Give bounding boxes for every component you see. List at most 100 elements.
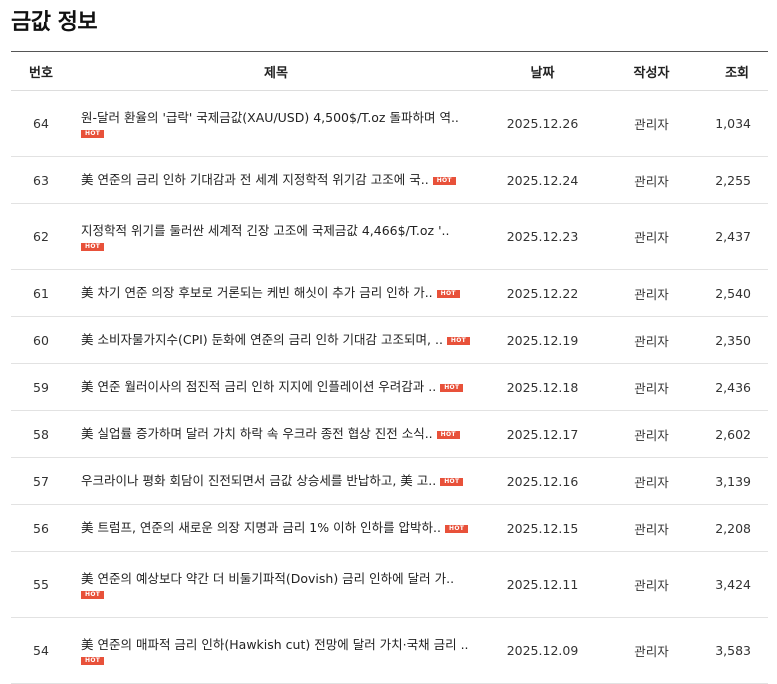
post-number: 56 bbox=[11, 504, 71, 552]
post-title-cell: 美 트럼프, 연준의 새로운 의장 지명과 금리 1% 이하 인하를 압박하..… bbox=[71, 504, 481, 552]
post-title-cell: 美 연준 월러이사의 점진적 금리 인하 지지에 인플레이션 우려감과 .. HO… bbox=[71, 363, 481, 411]
post-title-link[interactable]: 美 연준의 금리 인하 기대감과 전 세계 지정학적 위기감 고조에 국.. bbox=[81, 172, 429, 187]
post-number: 62 bbox=[11, 203, 71, 270]
hot-badge: HOT bbox=[81, 243, 105, 251]
post-number: 61 bbox=[11, 269, 71, 317]
table-row[interactable]: 60 美 소비자물가지수(CPI) 둔화에 연준의 금리 인하 기대감 고조되며,… bbox=[11, 316, 768, 364]
post-number: 55 bbox=[11, 551, 71, 618]
post-author: 관리자 bbox=[604, 617, 699, 684]
post-title-link[interactable]: 美 실업률 증가하며 달러 가치 하락 속 우크라 종전 협상 진전 소식.. bbox=[81, 426, 433, 441]
post-views: 2,436 bbox=[699, 363, 768, 411]
hot-badge: HOT bbox=[446, 336, 471, 345]
post-date: 2025.12.24 bbox=[481, 156, 604, 204]
post-title-cell: 美 소비자물가지수(CPI) 둔화에 연준의 금리 인하 기대감 고조되며, .… bbox=[71, 316, 481, 364]
post-title-cell: 美 실업률 증가하며 달러 가치 하락 속 우크라 종전 협상 진전 소식.. H… bbox=[71, 410, 481, 458]
post-author: 관리자 bbox=[604, 269, 699, 317]
post-author: 관리자 bbox=[604, 316, 699, 364]
post-title-cell: 美 연준의 예상보다 약간 더 비둘기파적(Dovish) 금리 인하에 달러 … bbox=[71, 551, 481, 618]
hot-badge: HOT bbox=[440, 477, 464, 486]
table-header-row: 번호 제목 날짜 작성자 조회 bbox=[11, 52, 768, 91]
table-row[interactable]: 61 美 차기 연준 의장 후보로 거론되는 케빈 해싯이 추가 금리 인하 가.… bbox=[11, 269, 768, 317]
post-title-cell: 美 연준의 금리 인하 기대감과 전 세계 지정학적 위기감 고조에 국.. HO… bbox=[71, 156, 481, 204]
post-date: 2025.12.23 bbox=[481, 203, 604, 270]
post-title-cell: 지정학적 위기를 둘러싼 세계적 긴장 고조에 국제금값 4,466$/T.oz… bbox=[71, 203, 481, 270]
post-date: 2025.12.15 bbox=[481, 504, 604, 552]
hot-badge: HOT bbox=[436, 289, 460, 298]
post-title-link[interactable]: 美 트럼프, 연준의 새로운 의장 지명과 금리 1% 이하 인하를 압박하.. bbox=[81, 520, 441, 535]
table-row[interactable]: 57 우크라이나 평화 회담이 진전되면서 금값 상승세를 반납하고, 美 고..… bbox=[11, 457, 768, 505]
header-author: 작성자 bbox=[604, 52, 699, 91]
post-date: 2025.12.17 bbox=[481, 410, 604, 458]
board-list: 번호 제목 날짜 작성자 조회 64 원-달러 환율의 '급락' 국제금값(XAU… bbox=[11, 51, 768, 684]
post-date: 2025.12.22 bbox=[481, 269, 604, 317]
post-title-cell: 美 연준의 매파적 금리 인하(Hawkish cut) 전망에 달러 가치·국… bbox=[71, 617, 481, 684]
post-date: 2025.12.11 bbox=[481, 551, 604, 618]
hot-badge: HOT bbox=[81, 130, 105, 138]
header-views: 조회 bbox=[699, 52, 768, 91]
post-title-link[interactable]: 美 차기 연준 의장 후보로 거론되는 케빈 해싯이 추가 금리 인하 가.. bbox=[81, 285, 433, 300]
header-number: 번호 bbox=[11, 52, 71, 91]
post-number: 60 bbox=[11, 316, 71, 364]
table-row[interactable]: 54 美 연준의 매파적 금리 인하(Hawkish cut) 전망에 달러 가치… bbox=[11, 617, 768, 684]
table-body: 64 원-달러 환율의 '급락' 국제금값(XAU/USD) 4,500$/T.o… bbox=[11, 90, 768, 684]
post-date: 2025.12.19 bbox=[481, 316, 604, 364]
post-title-link[interactable]: 지정학적 위기를 둘러싼 세계적 긴장 고조에 국제금값 4,466$/T.oz… bbox=[81, 223, 449, 238]
post-author: 관리자 bbox=[604, 551, 699, 618]
badge-line: HOT bbox=[81, 127, 481, 138]
post-author: 관리자 bbox=[604, 90, 699, 157]
post-date: 2025.12.26 bbox=[481, 90, 604, 157]
table-row[interactable]: 62 지정학적 위기를 둘러싼 세계적 긴장 고조에 국제금값 4,466$/T.… bbox=[11, 203, 768, 270]
post-title-cell: 원-달러 환율의 '급락' 국제금값(XAU/USD) 4,500$/T.oz … bbox=[71, 90, 481, 157]
post-title-cell: 우크라이나 평화 회담이 진전되면서 금값 상승세를 반납하고, 美 고.. HO… bbox=[71, 457, 481, 505]
post-number: 57 bbox=[11, 457, 71, 505]
post-views: 2,540 bbox=[699, 269, 768, 317]
post-title-link[interactable]: 美 연준의 매파적 금리 인하(Hawkish cut) 전망에 달러 가치·국… bbox=[81, 637, 469, 652]
post-author: 관리자 bbox=[604, 504, 699, 552]
post-number: 59 bbox=[11, 363, 71, 411]
post-views: 3,424 bbox=[699, 551, 768, 618]
post-title-cell: 美 차기 연준 의장 후보로 거론되는 케빈 해싯이 추가 금리 인하 가.. H… bbox=[71, 269, 481, 317]
post-date: 2025.12.09 bbox=[481, 617, 604, 684]
table-row[interactable]: 64 원-달러 환율의 '급락' 국제금값(XAU/USD) 4,500$/T.o… bbox=[11, 90, 768, 157]
post-author: 관리자 bbox=[604, 156, 699, 204]
board-table: 번호 제목 날짜 작성자 조회 64 원-달러 환율의 '급락' 국제금값(XAU… bbox=[11, 52, 768, 684]
table-row[interactable]: 63 美 연준의 금리 인하 기대감과 전 세계 지정학적 위기감 고조에 국..… bbox=[11, 156, 768, 204]
post-views: 3,583 bbox=[699, 617, 768, 684]
post-number: 64 bbox=[11, 90, 71, 157]
post-title-link[interactable]: 美 연준 월러이사의 점진적 금리 인하 지지에 인플레이션 우려감과 .. bbox=[81, 379, 436, 394]
post-number: 58 bbox=[11, 410, 71, 458]
post-title-link[interactable]: 우크라이나 평화 회담이 진전되면서 금값 상승세를 반납하고, 美 고.. bbox=[81, 473, 436, 488]
post-views: 2,350 bbox=[699, 316, 768, 364]
hot-badge: HOT bbox=[436, 430, 460, 439]
page-title: 금값 정보 bbox=[11, 10, 98, 35]
post-title-link[interactable]: 美 연준의 예상보다 약간 더 비둘기파적(Dovish) 금리 인하에 달러 … bbox=[81, 571, 454, 586]
post-date: 2025.12.16 bbox=[481, 457, 604, 505]
post-date: 2025.12.18 bbox=[481, 363, 604, 411]
post-author: 관리자 bbox=[604, 457, 699, 505]
badge-line: HOT bbox=[81, 654, 481, 665]
post-number: 54 bbox=[11, 617, 71, 684]
post-author: 관리자 bbox=[604, 410, 699, 458]
hot-badge: HOT bbox=[81, 657, 105, 665]
post-views: 2,208 bbox=[699, 504, 768, 552]
hot-badge: HOT bbox=[432, 176, 456, 185]
hot-badge: HOT bbox=[81, 591, 105, 599]
header-title: 제목 bbox=[71, 52, 481, 91]
post-number: 63 bbox=[11, 156, 71, 204]
post-author: 관리자 bbox=[604, 363, 699, 411]
hot-badge: HOT bbox=[445, 524, 469, 533]
table-row[interactable]: 56 美 트럼프, 연준의 새로운 의장 지명과 금리 1% 이하 인하를 압박하… bbox=[11, 504, 768, 552]
post-views: 2,437 bbox=[699, 203, 768, 270]
post-title-link[interactable]: 원-달러 환율의 '급락' 국제금값(XAU/USD) 4,500$/T.oz … bbox=[81, 110, 459, 125]
table-row[interactable]: 58 美 실업률 증가하며 달러 가치 하락 속 우크라 종전 협상 진전 소식.… bbox=[11, 410, 768, 458]
table-row[interactable]: 59 美 연준 월러이사의 점진적 금리 인하 지지에 인플레이션 우려감과 ..… bbox=[11, 363, 768, 411]
post-views: 1,034 bbox=[699, 90, 768, 157]
hot-badge: HOT bbox=[440, 383, 464, 392]
badge-line: HOT bbox=[81, 240, 481, 251]
post-author: 관리자 bbox=[604, 203, 699, 270]
post-views: 3,139 bbox=[699, 457, 768, 505]
badge-line: HOT bbox=[81, 588, 481, 599]
post-title-link[interactable]: 美 소비자물가지수(CPI) 둔화에 연준의 금리 인하 기대감 고조되며, .… bbox=[81, 332, 443, 347]
post-views: 2,602 bbox=[699, 410, 768, 458]
table-row[interactable]: 55 美 연준의 예상보다 약간 더 비둘기파적(Dovish) 금리 인하에 달… bbox=[11, 551, 768, 618]
